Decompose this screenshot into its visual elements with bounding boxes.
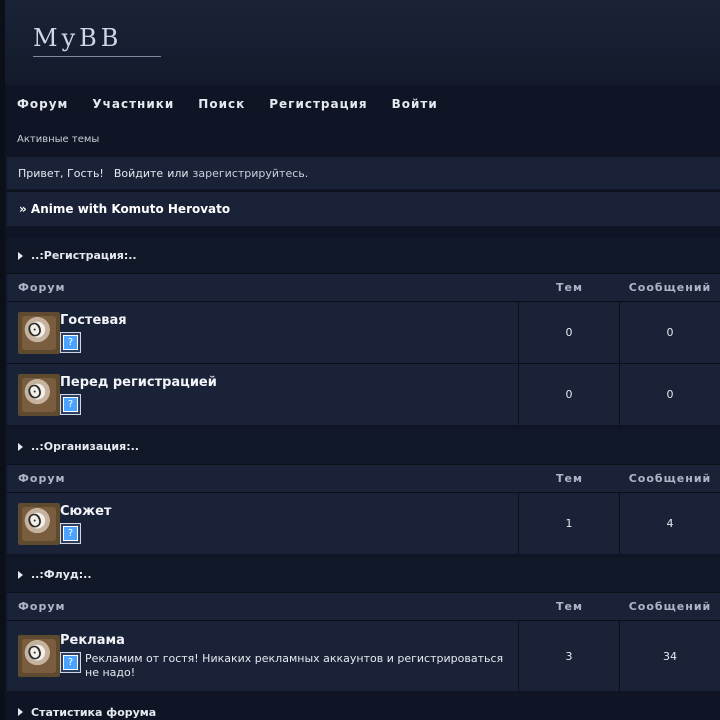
forum-avatar-icon [18,635,60,677]
category-header[interactable]: ..:Организация:.. [7,429,720,464]
forum-status-icon[interactable]: ? [60,393,81,415]
forum-main: Сюжет ? [60,504,510,544]
nav-login[interactable]: Войти [392,95,438,113]
left-edge [0,0,5,720]
forum-title-band: » Anime with Komuto Herovato [7,191,720,226]
column-forum: Форум [18,472,66,485]
posts-count: 4 [666,517,674,530]
category-organization: ..:Организация:.. Форум Тем Сообщений Сю… [7,429,720,554]
forum-statistics-header[interactable]: Статистика форума [7,704,720,720]
forum-row: Гостевая ? 0 0 [7,301,720,363]
forum-cell: Перед регистрацией ? [7,364,519,425]
forum-name-link[interactable]: Сюжет [60,504,510,519]
expand-caret-icon[interactable] [18,442,23,451]
nav-members[interactable]: Участники [92,95,174,113]
forum-main: Перед регистрацией ? [60,375,510,415]
topics-count: 3 [519,621,620,691]
expand-caret-icon[interactable] [18,708,23,716]
category-title[interactable]: ..:Организация:.. [31,440,139,453]
forum-row: Сюжет ? 1 4 [7,492,720,554]
forum-meta: ? [60,331,510,353]
column-topics: Тем [556,600,583,613]
forum-name-link[interactable]: Гостевая [60,313,510,328]
forum-name-link[interactable]: Реклама [60,633,510,648]
forum-status-icon[interactable]: ? [60,522,81,544]
column-topics: Тем [556,281,583,294]
site-logo[interactable]: MyBB [33,24,161,57]
forum-meta: ? [60,393,510,415]
active-topics-link[interactable]: Активные темы [17,134,99,145]
forum-status-icon[interactable]: ? [60,331,81,353]
column-posts: Сообщений [628,281,712,294]
column-forum: Форум [18,600,66,613]
forum-meta: ? Рекламим от гостя! Никаких рекламных а… [60,651,510,680]
topics-count: 0 [519,364,620,425]
forum-status-icon[interactable]: ? [60,651,81,673]
forum-name-link[interactable]: Перед регистрацией [60,375,510,390]
nav-search[interactable]: Поиск [198,95,245,113]
category-flood: ..:Флуд:.. Форум Тем Сообщений Реклама ?… [7,557,720,691]
forum-cell: Реклама ? Рекламим от гостя! Никаких рек… [7,621,519,691]
column-posts: Сообщений [628,472,712,485]
category-registration: ..:Регистрация:.. Форум Тем Сообщений Го… [7,238,720,425]
table-header: Форум Тем Сообщений [7,273,720,301]
forum-avatar-icon [18,373,60,416]
welcome-greeting: Привет, Гость! [18,166,104,180]
expand-caret-icon[interactable] [18,570,23,579]
category-title[interactable]: ..:Регистрация:.. [31,249,137,262]
forum-meta: ? [60,522,510,544]
forum-cell: Сюжет ? [7,493,519,554]
welcome-bar: Привет, Гость! Войдите или зарегистрируй… [7,157,720,189]
column-posts: Сообщений [628,600,712,613]
forum-description: Рекламим от гостя! Никаких рекламных акк… [85,651,504,679]
posts-count: 0 [666,326,674,339]
forum-main: Гостевая ? [60,313,510,353]
forum-header-title[interactable]: » Anime with Komuto Herovato [19,202,230,216]
forum-cell: Гостевая ? [7,302,519,363]
top-navigation: Форум Участники Поиск Регистрация Войти [17,95,462,113]
column-forum: Форум [18,281,66,294]
topics-count: 0 [519,302,620,363]
topics-count: 1 [519,493,620,554]
welcome-mid-text: или [167,166,189,180]
posts-count: 0 [666,388,674,401]
category-title[interactable]: ..:Флуд:.. [31,568,92,581]
category-header[interactable]: ..:Регистрация:.. [7,238,720,273]
nav-forum[interactable]: Форум [17,95,68,113]
posts-count: 34 [663,649,677,663]
forum-row: Перед регистрацией ? 0 0 [7,363,720,425]
expand-caret-icon[interactable] [18,251,23,260]
register-link[interactable]: зарегистрируйтесь. [193,167,309,180]
statistics-title[interactable]: Статистика форума [31,706,156,719]
login-link[interactable]: Войдите [114,167,163,180]
header-band: MyBB [5,0,720,85]
category-header[interactable]: ..:Флуд:.. [7,557,720,592]
forum-row: Реклама ? Рекламим от гостя! Никаких рек… [7,620,720,691]
nav-register[interactable]: Регистрация [269,95,367,113]
forum-avatar-icon [18,311,60,354]
table-header: Форум Тем Сообщений [7,464,720,492]
column-topics: Тем [556,472,583,485]
page: MyBB Форум Участники Поиск Регистрация В… [0,0,720,720]
table-header: Форум Тем Сообщений [7,592,720,620]
forum-avatar-icon [18,502,60,545]
forum-main: Реклама ? Рекламим от гостя! Никаких рек… [60,633,510,680]
